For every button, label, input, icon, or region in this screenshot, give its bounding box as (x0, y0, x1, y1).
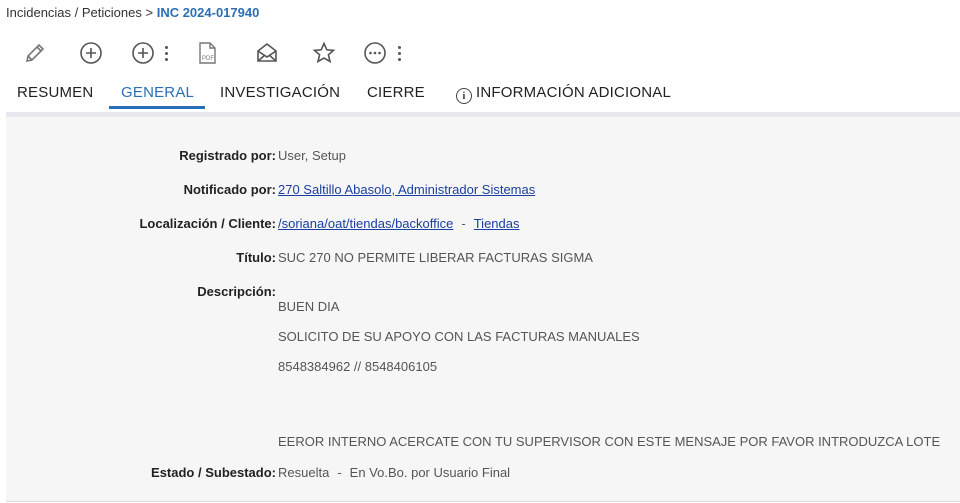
add-circle-icon[interactable] (76, 38, 106, 68)
field-label: Título: (236, 250, 276, 265)
breadcrumb: Incidencias / Peticiones > INC 2024-0179… (6, 5, 259, 20)
star-icon[interactable] (309, 38, 339, 68)
localizacion-link[interactable]: /soriana/oat/tiendas/backoffice (278, 216, 453, 231)
tab-resumen[interactable]: RESUMEN (17, 84, 93, 101)
registrado-value: User, Setup (278, 148, 346, 163)
field-label: Localización / Cliente: (139, 216, 276, 231)
more-menu-kebab-icon[interactable] (398, 46, 402, 62)
pdf-icon[interactable]: PDF (192, 38, 222, 68)
subestado-value: En Vo.Bo. por Usuario Final (349, 465, 511, 480)
envelope-open-icon[interactable] (252, 38, 282, 68)
active-tab-indicator (109, 106, 205, 109)
descripcion-line: BUEN DIA (278, 299, 340, 314)
tab-bar: RESUMEN GENERAL INVESTIGACIÓN CIERRE i IN… (0, 80, 960, 112)
cliente-link[interactable]: Tiendas (474, 216, 520, 231)
descripcion-line: SOLICITO DE SU APOYO CON LAS FACTURAS MA… (278, 329, 640, 344)
general-details-panel: Registrado por: User, Setup Notificado p… (6, 117, 960, 502)
tab-cierre[interactable]: CIERRE (367, 84, 425, 101)
more-circle-icon[interactable] (360, 38, 390, 68)
separator: - (337, 465, 342, 480)
field-label: Descripción: (197, 284, 276, 299)
tab-general[interactable]: GENERAL (121, 84, 194, 101)
descripcion-line: 8548384962 // 8548406105 (278, 359, 438, 374)
descripcion-line: EEROR INTERNO ACERCATE CON TU SUPERVISOR… (278, 434, 941, 449)
separator: - (461, 216, 466, 231)
pencil-icon[interactable] (20, 38, 50, 68)
notificado-link[interactable]: 270 Saltillo Abasolo, Administrador Sist… (278, 182, 535, 197)
breadcrumb-current: INC 2024-017940 (156, 5, 260, 20)
info-icon: i (456, 88, 472, 104)
field-label: Estado / Subestado: (151, 465, 276, 480)
add-menu-kebab-icon[interactable] (165, 46, 169, 62)
tab-investigacion[interactable]: INVESTIGACIÓN (220, 84, 340, 101)
add-circle-more-icon[interactable] (128, 38, 158, 68)
tab-informacion-adicional[interactable]: i INFORMACIÓN ADICIONAL (456, 84, 671, 104)
titulo-value: SUC 270 NO PERMITE LIBERAR FACTURAS SIGM… (278, 250, 593, 265)
tab-informacion-adicional-label: INFORMACIÓN ADICIONAL (476, 84, 672, 101)
field-label: Registrado por: (179, 148, 276, 163)
field-label: Notificado por: (183, 182, 276, 197)
estado-value: Resuelta (278, 465, 330, 480)
breadcrumb-separator: > (145, 5, 154, 20)
breadcrumb-parent[interactable]: Incidencias / Peticiones (6, 5, 142, 20)
svg-text:PDF: PDF (202, 56, 214, 62)
